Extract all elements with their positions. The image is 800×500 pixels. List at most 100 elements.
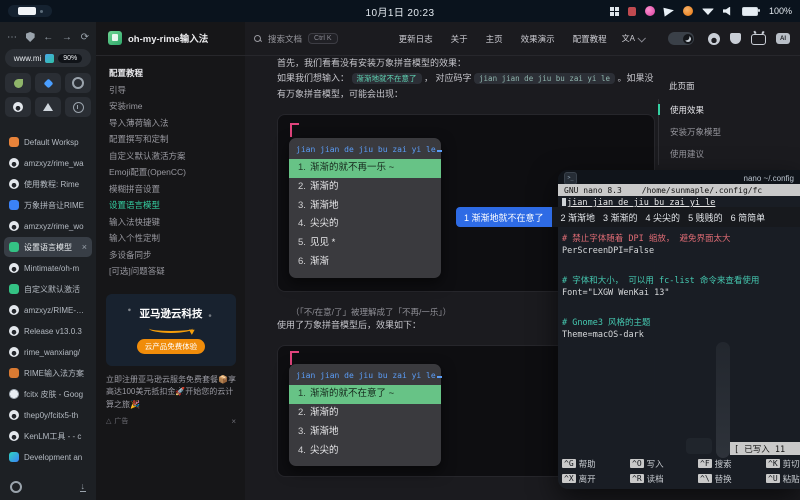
browser-tab[interactable]: amzxyz/rime_wo xyxy=(4,216,92,236)
header-nav-link[interactable]: 效果演示 xyxy=(521,33,555,45)
docs-nav-item[interactable]: 输入个性定制 xyxy=(109,230,239,247)
ime-candidate[interactable]: 2 渐渐地 xyxy=(561,211,596,224)
docs-nav-item[interactable]: 模糊拼音设置 xyxy=(109,181,239,198)
shortcut-label: 粘贴 xyxy=(783,473,800,485)
browser-tab[interactable]: 设置语言模型× xyxy=(4,237,92,257)
browser-tab[interactable]: Default Worksp xyxy=(4,132,92,152)
bilibili-icon[interactable] xyxy=(751,34,766,45)
docs-nav-item[interactable]: 输入法快捷键 xyxy=(109,214,239,231)
ime-candidate[interactable]: 4 尖尖的 xyxy=(646,211,681,224)
shortcut-key: ^F xyxy=(698,459,712,468)
browser-tab[interactable]: fcitx 皮肤 - Goog xyxy=(4,384,92,404)
search-button[interactable]: 搜索文档 Ctrl K xyxy=(254,33,338,45)
docs-nav-item[interactable]: 设置语言模型 xyxy=(109,197,239,214)
gitee-icon[interactable] xyxy=(730,33,741,44)
ime-candidate[interactable]: 5 贱贱的 xyxy=(688,211,723,224)
browser-tab[interactable]: thep0y/fcitx5-th xyxy=(4,405,92,425)
shortcut-label: 读档 xyxy=(647,473,664,485)
battery-icon[interactable] xyxy=(742,7,758,16)
header-nav-link[interactable]: 主页 xyxy=(486,33,503,45)
wifi-icon[interactable] xyxy=(702,7,714,15)
ad-brand: 亚马逊云科技 xyxy=(140,306,203,321)
zoom-level-badge[interactable]: 90% xyxy=(58,54,82,63)
terminal-buffer[interactable]: # 禁止字体随着 DPI 缩放， 避免界面太大PerScreenDPI=Fals… xyxy=(562,232,800,344)
extension-info-button[interactable] xyxy=(65,97,91,117)
extension-sparkle-button[interactable] xyxy=(35,73,61,93)
docs-nav-item[interactable]: 配置教程 xyxy=(109,65,239,82)
browser-tab[interactable]: 使用教程: Rime xyxy=(4,174,92,194)
browser-tab[interactable]: KenLM工具 - - c xyxy=(4,426,92,446)
github-icon[interactable] xyxy=(708,33,720,45)
ad-card[interactable]: 亚马逊云科技 云产品免费体验 立即注册亚马逊云服务免费套餐📦享高达100美元抵扣… xyxy=(106,294,236,426)
download-icon[interactable]: ↓ xyxy=(80,482,87,492)
browser-tab[interactable]: 万象拼音让RIME xyxy=(4,195,92,215)
extension-gear-button[interactable] xyxy=(65,73,91,93)
tray-app-orange-icon[interactable] xyxy=(683,6,693,16)
ad-image[interactable]: 亚马逊云科技 云产品免费体验 xyxy=(106,294,236,366)
ime-preedit: jian jian de jiu bu zai yi le xyxy=(296,371,436,380)
docs-nav-item[interactable]: 安装rime xyxy=(109,98,239,115)
browser-tab[interactable]: rime_wanxiang/ xyxy=(4,342,92,362)
shortcut-key: ^\ xyxy=(698,474,712,483)
menu-icon[interactable]: ⋯ xyxy=(7,32,17,43)
telegram-icon[interactable] xyxy=(663,6,674,16)
toc-item[interactable]: 使用效果 xyxy=(659,99,793,121)
gh-icon xyxy=(9,410,19,420)
leaf-icon xyxy=(14,79,23,88)
volume-icon[interactable] xyxy=(723,7,733,16)
browser-tab[interactable]: amzxyz/RIME-LM xyxy=(4,300,92,320)
browser-tab[interactable]: Development an xyxy=(4,447,92,467)
toc-item[interactable]: 安装万象模型 xyxy=(659,121,793,143)
settings-gear-icon[interactable] xyxy=(10,481,22,493)
theme-toggle[interactable] xyxy=(668,32,694,45)
docs-nav-item[interactable]: 配置撰写和定制 xyxy=(109,131,239,148)
browser-tab[interactable]: amzxyz/rime_wa xyxy=(4,153,92,173)
terminal-line: Font="LXGW WenKai 13" xyxy=(562,288,800,302)
extension-github-button[interactable] xyxy=(5,97,31,117)
url-bar[interactable]: www.mi 90% xyxy=(5,49,91,67)
globe-icon xyxy=(9,389,19,399)
tray-app-red-icon[interactable] xyxy=(628,7,636,16)
shield-icon[interactable] xyxy=(26,32,35,42)
header-nav-link[interactable]: 配置教程 xyxy=(573,33,607,45)
site-logo[interactable]: oh-my-rime输入法 xyxy=(108,31,208,45)
toc-item[interactable]: 使用建议 xyxy=(659,143,793,165)
forward-icon[interactable]: → xyxy=(62,32,72,43)
clock[interactable]: 10月1日 20:23 xyxy=(366,4,435,19)
header-nav-link[interactable]: 更新日志 xyxy=(399,33,433,45)
browser-tab[interactable]: 自定义默认激活 xyxy=(4,279,92,299)
tab-label: 万象拼音让RIME xyxy=(24,200,87,211)
workspace-indicator[interactable] xyxy=(8,5,52,17)
extension-leaf-button[interactable] xyxy=(5,73,31,93)
input-method-icon[interactable] xyxy=(610,7,619,16)
doc-green-icon xyxy=(9,242,19,252)
docs-nav-item[interactable]: [可选]问题答疑 xyxy=(109,263,239,280)
ime-candidate[interactable]: 6 简简单 xyxy=(731,211,766,224)
tray-app-pink-icon[interactable] xyxy=(645,6,655,16)
docs-nav-item[interactable]: 引导 xyxy=(109,82,239,99)
ai-badge-icon[interactable]: AI xyxy=(776,33,790,44)
browser-tab[interactable]: Mintimate/oh-m xyxy=(4,258,92,278)
browser-tab[interactable]: RIME输入法方案 xyxy=(4,363,92,383)
header-nav-link[interactable]: 关于 xyxy=(451,33,468,45)
doc-blue-icon xyxy=(9,200,19,210)
ime-candidate-panel: jian jian de jiu bu zai yi le1.渐渐的就不再一乐 … xyxy=(289,138,441,278)
docs-nav-item[interactable]: 自定义默认激活方案 xyxy=(109,148,239,165)
back-icon[interactable]: ← xyxy=(43,32,53,43)
close-icon[interactable]: × xyxy=(82,242,87,252)
shortcut-label: 离开 xyxy=(579,473,596,485)
language-selector[interactable]: 文A xyxy=(622,33,644,44)
reload-icon[interactable]: ⟳ xyxy=(81,32,89,43)
docs-nav-item[interactable]: 多设备同步 xyxy=(109,247,239,264)
ad-close-icon[interactable]: × xyxy=(231,417,236,426)
browser-tab[interactable]: Release v13.0.3 xyxy=(4,321,92,341)
ime-candidate: 2.渐渐的 xyxy=(289,404,441,423)
docs-nav-item[interactable]: Emoji配置(OpenCC) xyxy=(109,164,239,181)
browser-toolbar: ⋯ ← → ⟳ xyxy=(7,29,89,45)
extension-triangle-button[interactable] xyxy=(35,97,61,117)
ime-candidate[interactable]: 3 渐渐的 xyxy=(603,211,638,224)
ime-selected-candidate[interactable]: 1 渐渐地就不在意了 xyxy=(456,207,552,227)
tab-label: amzxyz/rime_wa xyxy=(24,159,87,168)
docs-nav-item[interactable]: 导入薄荷输入法 xyxy=(109,115,239,132)
system-tray[interactable]: 100% xyxy=(610,0,792,22)
